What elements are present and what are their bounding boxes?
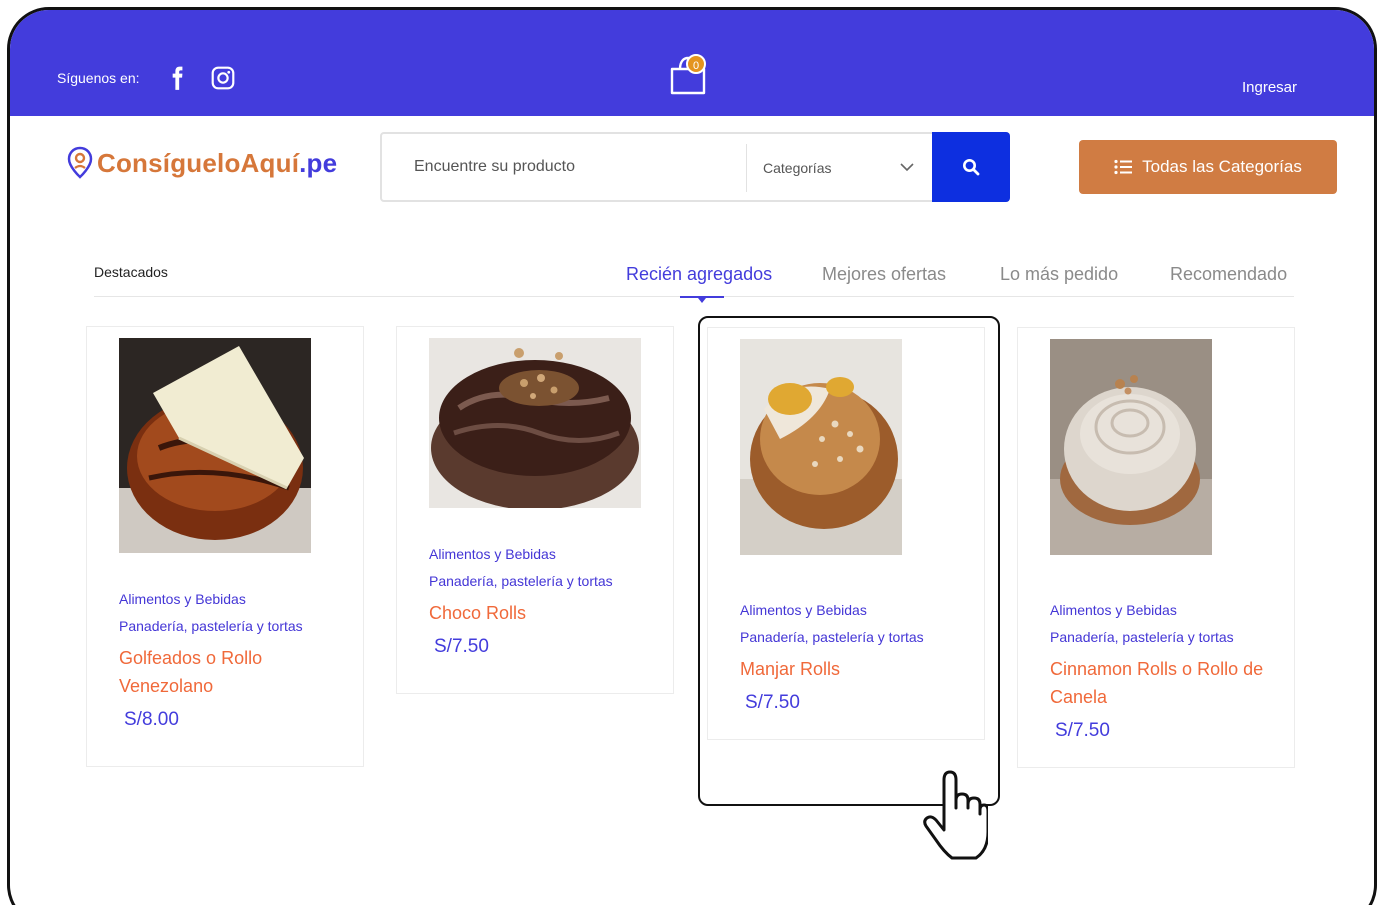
product-image[interactable] — [429, 338, 641, 508]
tab-lo-mas-pedido[interactable]: Lo más pedido — [1000, 264, 1118, 285]
product-name[interactable]: Golfeados o Rollo Venezolano — [119, 644, 319, 700]
product-card[interactable]: Alimentos y Bebidas Panadería, pastelerí… — [1017, 327, 1295, 768]
product-card[interactable]: Alimentos y Bebidas Panadería, pastelerí… — [396, 326, 674, 694]
tab-recien-agregados[interactable]: Recién agregados — [626, 264, 772, 285]
search-button[interactable] — [932, 132, 1010, 202]
product-price: S/7.50 — [1055, 720, 1110, 741]
product-category[interactable]: Alimentos y Bebidas — [119, 591, 246, 607]
selection-highlight — [698, 316, 1000, 806]
product-category[interactable]: Alimentos y Bebidas — [1050, 602, 1177, 618]
search-bar: Categorías — [380, 132, 1010, 202]
site-logo[interactable]: ConsígueloAquí.pe — [67, 146, 337, 180]
category-select[interactable]: Categorías — [746, 144, 932, 192]
search-input[interactable] — [414, 147, 774, 187]
list-icon — [1114, 159, 1133, 175]
browser-frame: Síguenos en: 0 Ingresar ConsígueloAquí.p… — [7, 7, 1377, 905]
chevron-down-icon — [900, 163, 914, 172]
top-bar: Síguenos en: 0 Ingresar — [10, 10, 1374, 116]
product-image[interactable] — [1050, 339, 1212, 555]
active-tab-caret — [698, 298, 706, 303]
product-card[interactable]: Alimentos y Bebidas Panadería, pastelerí… — [86, 326, 364, 767]
product-subcategory[interactable]: Panadería, pastelería y tortas — [429, 573, 613, 589]
search-icon — [963, 159, 980, 176]
follow-label: Síguenos en: — [57, 70, 140, 86]
product-name[interactable]: Choco Rolls — [429, 599, 649, 627]
instagram-icon[interactable] — [210, 65, 236, 91]
section-title: Destacados — [94, 264, 168, 280]
product-category[interactable]: Alimentos y Bebidas — [429, 546, 556, 562]
product-subcategory[interactable]: Panadería, pastelería y tortas — [119, 618, 303, 634]
cart-count-badge: 0 — [686, 54, 706, 74]
login-link[interactable]: Ingresar — [1242, 79, 1297, 96]
product-image[interactable] — [119, 338, 311, 553]
map-pin-icon — [67, 146, 93, 179]
tab-mejores-ofertas[interactable]: Mejores ofertas — [822, 264, 946, 285]
category-select-label: Categorías — [763, 160, 832, 176]
product-price: S/8.00 — [124, 709, 179, 730]
product-subcategory[interactable]: Panadería, pastelería y tortas — [1050, 629, 1234, 645]
logo-text-domain: .pe — [299, 147, 338, 178]
tab-recomendado[interactable]: Recomendado — [1170, 264, 1287, 285]
all-categories-button[interactable]: Todas las Categorías — [1079, 140, 1337, 194]
hand-pointer-icon — [923, 770, 988, 860]
product-name[interactable]: Cinnamon Rolls o Rollo de Canela — [1050, 655, 1280, 711]
product-price: S/7.50 — [434, 636, 489, 657]
facebook-icon[interactable] — [164, 65, 190, 91]
all-categories-label: Todas las Categorías — [1142, 157, 1302, 176]
logo-text-main: ConsígueloAquí — [97, 147, 300, 178]
